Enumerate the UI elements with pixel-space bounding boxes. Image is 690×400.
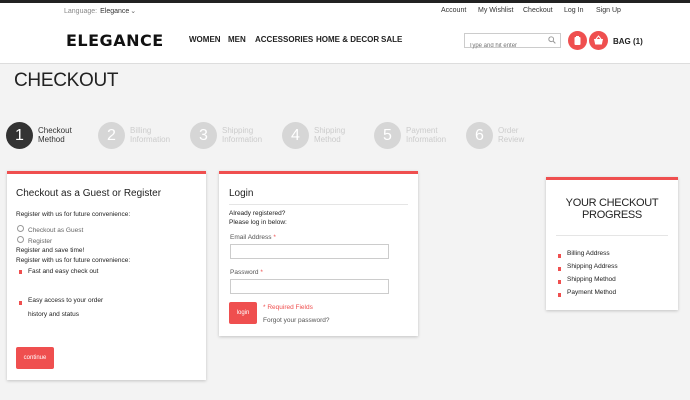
forgot-password-link[interactable]: Forgot your password? bbox=[263, 317, 329, 324]
register-save-text: Register and save time! bbox=[16, 247, 85, 254]
guest-intro-text: Register with us for future convenience: bbox=[16, 211, 131, 218]
nav-accessories[interactable]: ACCESSORIES bbox=[255, 35, 313, 44]
wishlist-button[interactable] bbox=[568, 31, 587, 50]
email-label: Email Address * bbox=[230, 234, 276, 241]
bullet-icon bbox=[19, 301, 22, 305]
already-registered-text: Already registered? bbox=[229, 210, 286, 217]
chevron-down-icon: ⌄ bbox=[130, 8, 137, 15]
bullet-icon bbox=[19, 270, 22, 274]
divider bbox=[229, 204, 408, 205]
login-button[interactable]: login bbox=[229, 302, 257, 324]
continue-button[interactable]: continue bbox=[16, 347, 54, 369]
progress-shipping-address: Shipping Address bbox=[567, 263, 618, 270]
radio-checkout-guest[interactable] bbox=[17, 225, 24, 232]
clipboard-icon bbox=[574, 36, 581, 45]
step-number: 3 bbox=[190, 122, 217, 149]
login-panel-title: Login bbox=[229, 188, 254, 199]
register-convenience-text: Register with us for future convenience: bbox=[16, 257, 131, 264]
link-account[interactable]: Account bbox=[441, 7, 466, 14]
basket-icon bbox=[594, 35, 603, 45]
step-label: Shipping Information bbox=[222, 126, 263, 144]
password-label: Password * bbox=[230, 269, 263, 276]
bullet-icon bbox=[558, 293, 561, 297]
language-selector[interactable]: Language: Elegance⌄ bbox=[64, 7, 136, 15]
site-logo[interactable]: ELEGANCE bbox=[66, 31, 164, 50]
language-value: Elegance bbox=[100, 8, 130, 15]
please-login-text: Please log in below: bbox=[229, 219, 287, 226]
step-label: Shipping Method bbox=[314, 126, 346, 144]
benefit-fast-checkout: Fast and easy check out bbox=[28, 268, 99, 275]
progress-title-line1: YOUR CHECKOUT bbox=[565, 197, 659, 209]
nav-men[interactable]: MEN bbox=[228, 35, 246, 44]
email-field[interactable] bbox=[230, 244, 389, 259]
language-label: Language: bbox=[64, 8, 98, 15]
progress-title-line2: PROGRESS bbox=[582, 209, 642, 221]
radio-register[interactable] bbox=[17, 236, 24, 243]
step-label: Checkout Method bbox=[38, 126, 72, 144]
radio-guest-label: Checkout as Guest bbox=[28, 227, 84, 234]
nav-women[interactable]: WOMEN bbox=[189, 35, 221, 44]
nav-sale[interactable]: SALE bbox=[381, 35, 402, 44]
password-field[interactable] bbox=[230, 279, 389, 294]
guest-register-panel: Checkout as a Guest or Register Register… bbox=[7, 171, 206, 380]
step-number: 6 bbox=[466, 122, 493, 149]
step-number: 1 bbox=[6, 122, 33, 149]
checkout-progress-panel: YOUR CHECKOUT PROGRESS Billing Address S… bbox=[546, 177, 678, 310]
step-label: Order Review bbox=[498, 126, 525, 144]
step-number: 5 bbox=[374, 122, 401, 149]
progress-shipping-method: Shipping Method bbox=[567, 276, 616, 283]
divider bbox=[556, 235, 668, 236]
top-bar: Language: Elegance⌄ Account My Wishlist C… bbox=[0, 0, 690, 18]
link-signup[interactable]: Sign Up bbox=[596, 7, 621, 14]
step-number: 4 bbox=[282, 122, 309, 149]
benefit-order-history-line1: Easy access to your order bbox=[28, 297, 104, 304]
bullet-icon bbox=[558, 254, 561, 258]
search-input[interactable] bbox=[465, 39, 545, 53]
progress-payment-method: Payment Method bbox=[567, 289, 617, 296]
step-label: Billing Information bbox=[130, 126, 171, 144]
link-login[interactable]: Log In bbox=[564, 7, 583, 14]
guest-panel-title: Checkout as a Guest or Register bbox=[16, 188, 162, 199]
link-wishlist[interactable]: My Wishlist bbox=[478, 7, 513, 14]
radio-register-label: Register bbox=[28, 238, 53, 245]
search-icon[interactable] bbox=[548, 36, 556, 44]
bullet-icon bbox=[558, 280, 561, 284]
benefit-order-history-line2: history and status bbox=[28, 311, 79, 318]
login-panel: Login Already registered? Please log in … bbox=[219, 171, 418, 336]
cart-button[interactable] bbox=[589, 31, 608, 50]
nav-home-decor[interactable]: HOME & DECOR bbox=[316, 35, 379, 44]
required-fields-text: * Required Fields bbox=[263, 304, 313, 311]
site-header: ELEGANCE WOMEN MEN ACCESSORIES HOME & DE… bbox=[0, 18, 690, 64]
bag-label[interactable]: BAG (1) bbox=[613, 37, 643, 46]
progress-billing-address: Billing Address bbox=[567, 250, 610, 257]
search-box bbox=[464, 33, 561, 53]
link-checkout[interactable]: Checkout bbox=[523, 7, 553, 14]
bullet-icon bbox=[558, 267, 561, 271]
step-number: 2 bbox=[98, 122, 125, 149]
page-title: CHECKOUT bbox=[14, 70, 119, 91]
step-label: Payment Information bbox=[406, 126, 447, 144]
